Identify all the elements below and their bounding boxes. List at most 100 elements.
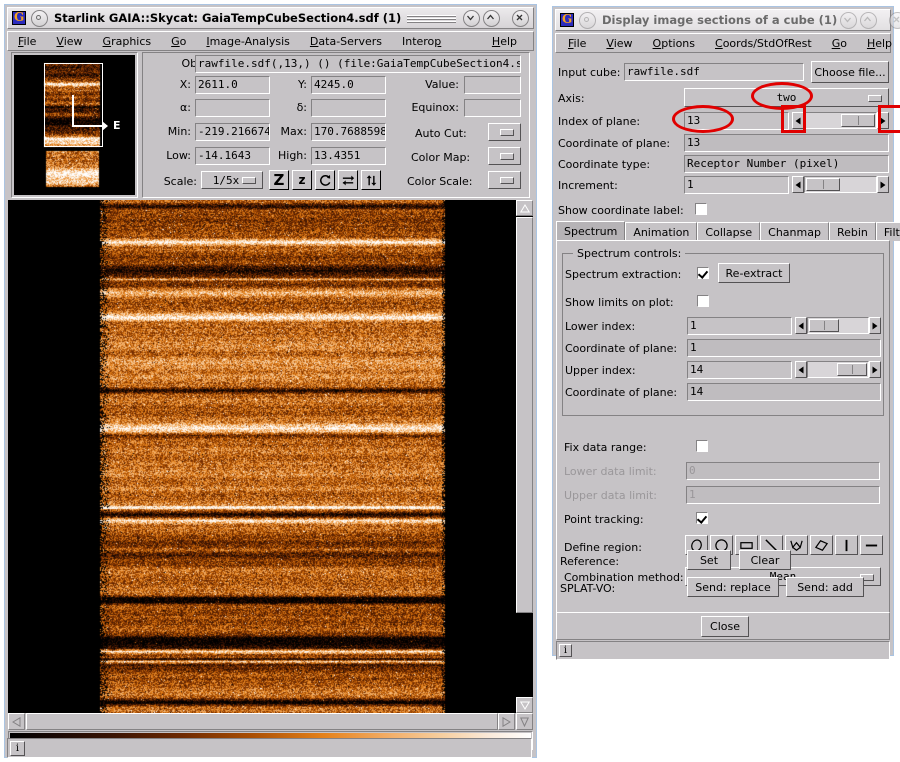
reference-set-button[interactable]: Set [687, 550, 731, 570]
axis-menu[interactable]: two [684, 88, 889, 107]
scroll-up-arrow-icon[interactable] [516, 200, 533, 216]
equinox-field[interactable] [464, 99, 521, 117]
high-field[interactable]: 13.4351 [311, 147, 386, 165]
minimize-icon[interactable] [840, 11, 858, 29]
slider-right-arrow-icon[interactable] [869, 361, 881, 378]
increment-slider[interactable] [792, 176, 889, 193]
image-horizontal-scrollbar[interactable] [8, 713, 533, 730]
scroll-down-arrow-icon[interactable] [516, 697, 533, 713]
tab-collapse[interactable]: Collapse [697, 222, 761, 241]
delta-field[interactable] [311, 99, 386, 117]
menu-interop[interactable]: Interop [392, 33, 451, 50]
menu-go[interactable]: Go [161, 33, 196, 50]
gaia-titlebar[interactable]: Starlink GAIA::Skycat: GaiaTempCubeSecti… [7, 7, 534, 29]
object-field[interactable]: rawfile.sdf(,13,) () (file:GaiaTempCubeS… [195, 55, 521, 73]
slider-trough[interactable] [804, 176, 877, 193]
lower-index-field[interactable]: 1 [687, 317, 792, 335]
tab-animation[interactable]: Animation [625, 222, 698, 241]
splat-send-add-button[interactable]: Send: add [786, 577, 864, 597]
slider-thumb[interactable] [841, 114, 875, 127]
max-field[interactable]: 170.7688598 [311, 123, 386, 141]
slider-thumb[interactable] [837, 363, 867, 376]
lower-index-slider[interactable] [795, 317, 881, 334]
info-icon[interactable]: i [10, 740, 25, 756]
thumbnail-image[interactable]: E [14, 55, 135, 195]
index-of-plane-slider[interactable] [792, 112, 889, 129]
auto-cut-menu[interactable] [488, 123, 521, 141]
flip-vertical-icon[interactable] [361, 170, 381, 190]
menu-help[interactable]: Help [857, 35, 900, 52]
alpha-field[interactable] [195, 99, 270, 117]
scroll-thumb[interactable] [516, 217, 533, 613]
slider-trough[interactable] [807, 361, 869, 378]
zoom-out-icon[interactable]: z [292, 170, 312, 190]
choose-file-button[interactable]: Choose file... [811, 61, 889, 83]
flip-horizontal-icon[interactable] [338, 170, 358, 190]
zoom-in-icon[interactable]: Z [269, 170, 289, 190]
upper-index-field[interactable]: 14 [687, 361, 792, 379]
slider-left-arrow-icon[interactable] [795, 317, 807, 334]
menu-graphics[interactable]: Graphics [93, 33, 162, 50]
input-cube-field[interactable]: rawfile.sdf [624, 63, 804, 81]
menu-file[interactable]: File [556, 35, 596, 52]
resize-grip-icon[interactable] [516, 713, 533, 730]
menu-view[interactable]: View [46, 33, 92, 50]
color-map-menu[interactable] [488, 147, 521, 165]
menu-image-analysis[interactable]: Image-Analysis [196, 33, 300, 50]
window-menu-icon[interactable] [579, 11, 596, 29]
tab-rebin[interactable]: Rebin [828, 222, 876, 241]
index-of-plane-field[interactable]: 13 [684, 112, 789, 130]
re-extract-button[interactable]: Re-extract [718, 263, 790, 283]
point-tracking-checkbox[interactable] [696, 512, 708, 524]
slider-right-arrow-icon[interactable] [877, 112, 889, 129]
rotate-icon[interactable] [315, 170, 335, 190]
scroll-left-arrow-icon[interactable] [8, 713, 25, 730]
minimize-icon[interactable] [463, 9, 480, 27]
menu-options[interactable]: Options [643, 35, 705, 52]
menu-view[interactable]: View [596, 35, 642, 52]
close-button[interactable]: Close [701, 616, 749, 637]
y-field[interactable]: 4245.0 [311, 76, 386, 94]
color-scale-menu[interactable] [488, 171, 521, 189]
menu-coords-stdofrest[interactable]: Coords/StdOfRest [705, 35, 822, 52]
menu-help[interactable]: Help [482, 33, 527, 50]
menu-file[interactable]: File [8, 33, 46, 50]
slider-trough[interactable] [804, 112, 877, 129]
scale-menu[interactable]: 1/5x [201, 171, 263, 189]
low-field[interactable]: -14.1643 [195, 147, 270, 165]
splat-send-replace-button[interactable]: Send: replace [687, 577, 779, 597]
info-icon[interactable]: i [559, 644, 572, 657]
scroll-right-arrow-icon[interactable] [498, 713, 515, 730]
tab-filter[interactable]: Filter [875, 222, 900, 241]
slider-left-arrow-icon[interactable] [792, 176, 804, 193]
slider-left-arrow-icon[interactable] [795, 361, 807, 378]
tab-chanmap[interactable]: Chanmap [760, 222, 829, 241]
value-field[interactable] [464, 76, 521, 94]
maximize-icon[interactable] [483, 9, 500, 27]
maximize-icon[interactable] [860, 11, 878, 29]
slider-right-arrow-icon[interactable] [869, 317, 881, 334]
reference-clear-button[interactable]: Clear [739, 550, 791, 570]
window-menu-icon[interactable] [31, 9, 48, 27]
show-limits-checkbox[interactable] [697, 295, 709, 307]
close-icon[interactable] [889, 11, 900, 29]
slider-thumb[interactable] [809, 319, 839, 332]
slider-right-arrow-icon[interactable] [877, 176, 889, 193]
tab-spectrum[interactable]: Spectrum [556, 221, 626, 241]
slider-left-arrow-icon[interactable] [792, 112, 804, 129]
menu-data-servers[interactable]: Data-Servers [300, 33, 392, 50]
increment-field[interactable]: 1 [684, 176, 789, 194]
slider-thumb[interactable] [806, 178, 840, 191]
x-field[interactable]: 2611.0 [195, 76, 270, 94]
spectrum-extraction-checkbox[interactable] [697, 267, 709, 279]
h-scroll-thumb[interactable] [26, 713, 498, 730]
cube-titlebar[interactable]: Display image sections of a cube (1) [555, 9, 900, 31]
show-coord-label-checkbox[interactable] [695, 203, 707, 215]
close-icon[interactable] [512, 9, 529, 27]
slider-trough[interactable] [807, 317, 869, 334]
menu-go[interactable]: Go [822, 35, 857, 52]
main-image-canvas[interactable] [8, 200, 516, 713]
upper-index-slider[interactable] [795, 361, 881, 378]
fix-data-range-checkbox[interactable] [696, 440, 708, 452]
min-field[interactable]: -219.216674 [195, 123, 270, 141]
